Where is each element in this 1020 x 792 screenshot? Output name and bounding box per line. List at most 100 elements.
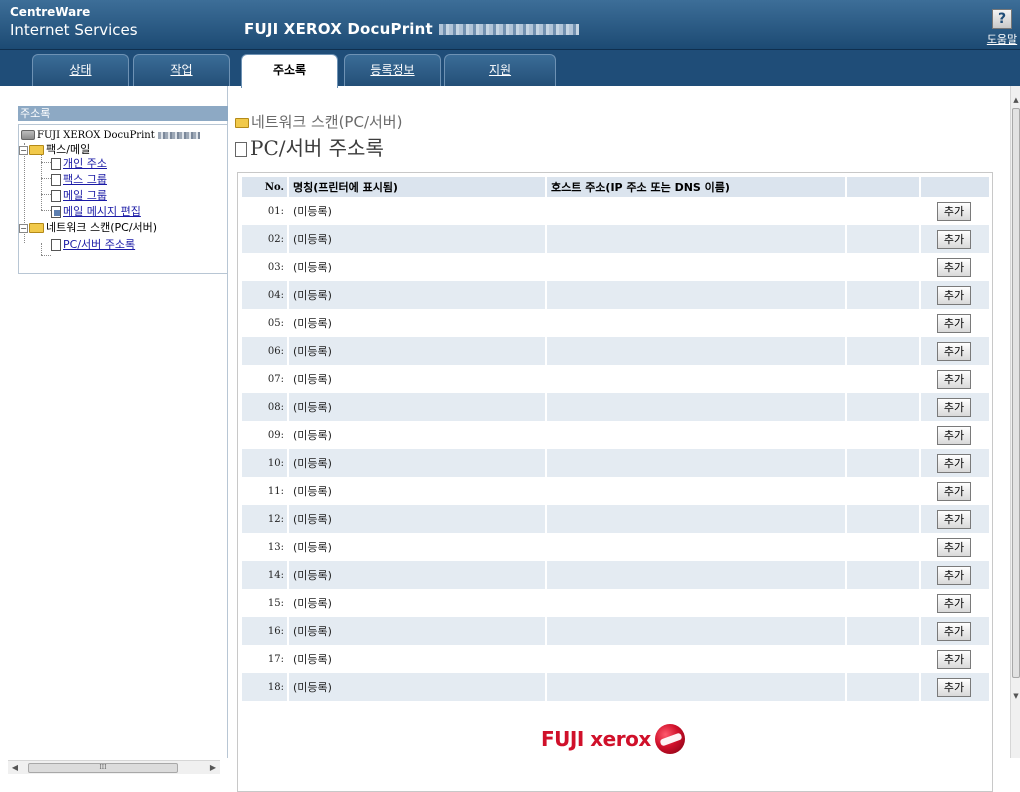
scroll-down-icon[interactable]: ▼	[1011, 690, 1020, 702]
add-button[interactable]: 추가	[937, 257, 971, 277]
help-label[interactable]: 도움말	[985, 31, 1019, 47]
tree-item-mail-group[interactable]: 메일 그룹	[51, 188, 107, 203]
tree-item-personal-address-link[interactable]: 개인 주소	[63, 157, 107, 170]
tab-support-label[interactable]: 지원	[489, 63, 511, 77]
tree-root[interactable]: FUJI XEROX DocuPrint	[21, 127, 200, 142]
add-button[interactable]: 추가	[937, 369, 971, 389]
tree-root-label[interactable]: FUJI XEROX DocuPrint	[37, 130, 155, 141]
row-action: 추가	[920, 505, 991, 533]
tab-address-book[interactable]: 주소록	[241, 54, 338, 88]
add-button[interactable]: 추가	[937, 537, 971, 557]
tab-status[interactable]: 상태	[32, 54, 129, 86]
row-blank	[846, 197, 921, 225]
row-host	[546, 449, 847, 477]
row-host	[546, 421, 847, 449]
brand-line-2: Internet Services	[10, 21, 138, 39]
collapse-icon[interactable]: −	[19, 145, 28, 155]
add-button[interactable]: 추가	[937, 649, 971, 669]
row-host	[546, 533, 847, 561]
document-icon	[51, 239, 61, 251]
table-row: 15: (미등록) 추가	[242, 589, 991, 617]
row-blank	[846, 645, 921, 673]
tab-jobs-label[interactable]: 작업	[170, 63, 192, 77]
row-host	[546, 197, 847, 225]
add-button[interactable]: 추가	[937, 229, 971, 249]
row-name: (미등록)	[288, 533, 547, 561]
main-vertical-scrollbar[interactable]: ▲ ▼	[1010, 86, 1020, 758]
left-panel: 주소록 FUJI XEROX DocuPrint − 팩스/메일 개인 주소 팩스…	[8, 86, 228, 758]
tree-item-fax-group[interactable]: 팩스 그룹	[51, 172, 107, 187]
tab-support[interactable]: 지원	[444, 54, 556, 86]
left-horizontal-scrollbar[interactable]: ◀ III ▶	[8, 760, 220, 774]
logo-text: FUJI xerox	[541, 727, 651, 751]
add-button[interactable]: 추가	[937, 565, 971, 585]
add-button[interactable]: 추가	[937, 593, 971, 613]
row-blank	[846, 589, 921, 617]
tree-item-mail-message-edit-link[interactable]: 메일 메시지 편집	[63, 205, 141, 218]
row-name: (미등록)	[288, 253, 547, 281]
address-tree: FUJI XEROX DocuPrint − 팩스/메일 개인 주소 팩스 그룹 …	[18, 124, 228, 274]
add-button[interactable]: 추가	[937, 509, 971, 529]
horizontal-scroll-thumb[interactable]: III	[28, 763, 178, 773]
table-header-row: No. 명칭(프린터에 표시됨) 호스트 주소(IP 주소 또는 DNS 이름)	[242, 177, 991, 197]
row-action: 추가	[920, 533, 991, 561]
help-button[interactable]: ? 도움말	[985, 9, 1019, 47]
tree-folder-network-scan[interactable]: − 네트워크 스캔(PC/서버)	[19, 220, 157, 235]
row-blank	[846, 533, 921, 561]
row-name: (미등록)	[288, 673, 547, 701]
help-icon[interactable]: ?	[992, 9, 1012, 29]
scroll-up-icon[interactable]: ▲	[1011, 94, 1020, 106]
vertical-scroll-thumb[interactable]	[1012, 108, 1020, 678]
tree-item-pc-server-address-book-link[interactable]: PC/서버 주소록	[63, 238, 135, 251]
row-blank	[846, 477, 921, 505]
add-button[interactable]: 추가	[937, 453, 971, 473]
row-host	[546, 253, 847, 281]
add-button[interactable]: 추가	[937, 621, 971, 641]
row-host	[546, 561, 847, 589]
add-button[interactable]: 추가	[937, 201, 971, 221]
redacted-text	[157, 131, 200, 139]
tree-item-fax-group-link[interactable]: 팩스 그룹	[63, 173, 107, 186]
row-action: 추가	[920, 673, 991, 701]
table-row: 07: (미등록) 추가	[242, 365, 991, 393]
add-button[interactable]: 추가	[937, 481, 971, 501]
row-host	[546, 281, 847, 309]
add-button[interactable]: 추가	[937, 285, 971, 305]
add-button[interactable]: 추가	[937, 425, 971, 445]
document-icon	[51, 174, 61, 186]
row-host	[546, 309, 847, 337]
collapse-icon[interactable]: −	[19, 223, 28, 233]
row-number: 18:	[242, 673, 289, 701]
row-action: 추가	[920, 281, 991, 309]
tree-item-pc-server-address-book[interactable]: PC/서버 주소록	[51, 237, 135, 252]
row-action: 추가	[920, 337, 991, 365]
table-row: 09: (미등록) 추가	[242, 421, 991, 449]
tab-status-label[interactable]: 상태	[69, 63, 91, 77]
tab-address-book-label[interactable]: 주소록	[273, 63, 306, 77]
printer-model-text: FUJI XEROX DocuPrint	[244, 20, 433, 38]
tree-item-personal-address[interactable]: 개인 주소	[51, 156, 107, 171]
tab-jobs[interactable]: 작업	[133, 54, 230, 86]
tree-folder-network-scan-label[interactable]: 네트워크 스캔(PC/서버)	[46, 221, 157, 234]
tree-item-mail-group-link[interactable]: 메일 그룹	[63, 189, 107, 202]
tree-line	[41, 243, 42, 255]
scroll-right-icon[interactable]: ▶	[206, 761, 220, 775]
tree-folder-fax-mail-label[interactable]: 팩스/메일	[46, 143, 90, 156]
row-number: 04:	[242, 281, 289, 309]
tab-properties[interactable]: 등록정보	[344, 54, 441, 86]
scroll-left-icon[interactable]: ◀	[8, 761, 22, 775]
row-name: (미등록)	[288, 309, 547, 337]
tree-item-mail-message-edit[interactable]: 메일 메시지 편집	[51, 204, 141, 219]
row-name: (미등록)	[288, 449, 547, 477]
tree-folder-fax-mail[interactable]: − 팩스/메일	[19, 142, 90, 157]
add-button[interactable]: 추가	[937, 677, 971, 697]
add-button[interactable]: 추가	[937, 313, 971, 333]
add-button[interactable]: 추가	[937, 397, 971, 417]
row-host	[546, 589, 847, 617]
page-title: PC/서버 주소록	[235, 132, 384, 161]
row-name: (미등록)	[288, 561, 547, 589]
add-button[interactable]: 추가	[937, 341, 971, 361]
table-row: 16: (미등록) 추가	[242, 617, 991, 645]
tab-properties-label[interactable]: 등록정보	[370, 63, 414, 77]
row-name: (미등록)	[288, 365, 547, 393]
